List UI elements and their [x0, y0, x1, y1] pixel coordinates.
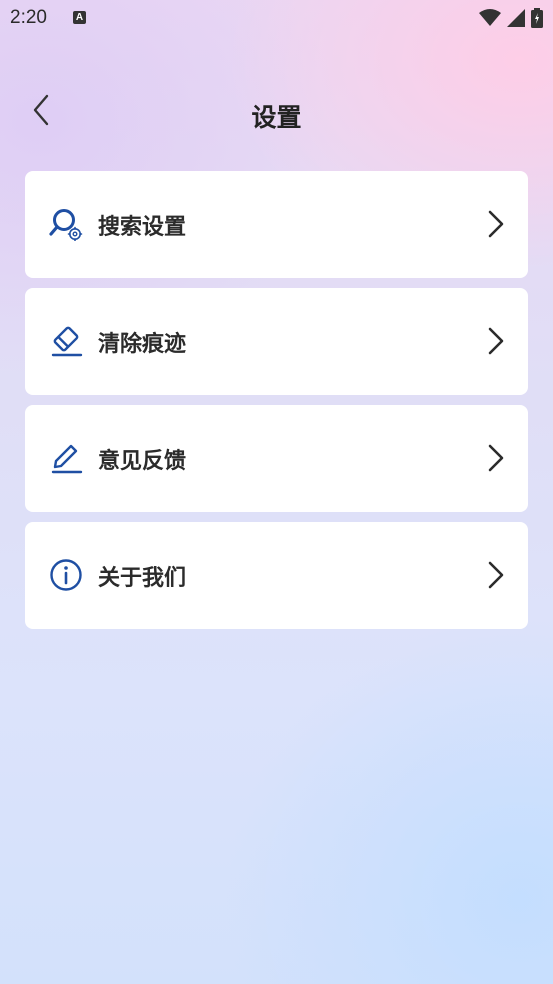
menu-item-feedback[interactable]: 意见反馈	[25, 405, 528, 512]
menu-item-label: 清除痕迹	[98, 332, 187, 357]
signal-icon	[507, 9, 525, 27]
menu-item-search-settings[interactable]: 搜索设置	[25, 171, 528, 278]
notification-badge: A	[73, 11, 86, 24]
status-bar: 2:20 A	[0, 0, 553, 38]
top-bar: 设置	[0, 80, 553, 144]
pencil-feedback-icon	[51, 444, 83, 474]
chevron-right-icon	[488, 444, 504, 472]
eraser-icon	[51, 326, 83, 357]
chevron-right-icon	[488, 327, 504, 355]
battery-icon	[531, 8, 543, 28]
menu-item-about-us[interactable]: 关于我们	[25, 522, 528, 629]
chevron-right-icon	[488, 561, 504, 589]
page-title: 设置	[251, 103, 302, 132]
chevron-right-icon	[488, 210, 504, 238]
menu-item-clear-history[interactable]: 清除痕迹	[25, 288, 528, 395]
status-icons	[479, 8, 543, 28]
menu-item-label: 关于我们	[98, 566, 187, 591]
status-time: 2:20	[10, 7, 47, 28]
info-icon	[50, 559, 82, 591]
search-settings-icon	[49, 209, 83, 241]
menu-item-label: 意见反馈	[98, 449, 187, 474]
wifi-icon	[479, 9, 501, 26]
menu-item-label: 搜索设置	[98, 215, 187, 240]
